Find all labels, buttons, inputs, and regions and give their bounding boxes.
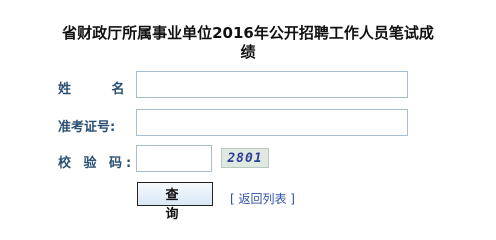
search-button[interactable]: 查 询 xyxy=(137,182,213,222)
page-title: 省财政厅所属事业单位2016年公开招聘工作人员笔试成绩 xyxy=(62,24,434,61)
name-label: 姓 名: xyxy=(58,82,166,97)
captcha-image[interactable]: 2801 xyxy=(221,148,269,168)
captcha-label: 校 验 码: xyxy=(58,156,136,171)
captcha-input[interactable] xyxy=(136,145,212,172)
score-query-page: 省财政厅所属事业单位2016年公开招聘工作人员笔试成绩 姓 名: 准考证号: 校… xyxy=(0,0,496,234)
exam-id-label: 准考证号: xyxy=(58,120,116,135)
name-input[interactable] xyxy=(136,71,408,98)
exam-id-input[interactable] xyxy=(136,109,408,136)
back-to-list-link[interactable]: [ 返回列表 ] xyxy=(230,190,295,207)
